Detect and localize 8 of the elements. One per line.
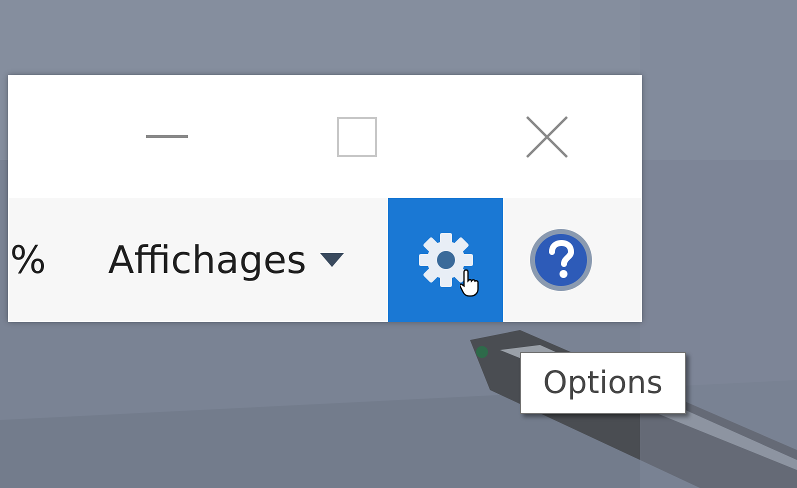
tooltip: Options [520,352,686,414]
help-icon [528,227,594,293]
minimize-icon[interactable] [146,134,188,138]
zoom-percent: % [10,238,46,282]
view-menu[interactable]: Affichages [108,198,358,322]
close-icon[interactable] [525,114,569,158]
settings-button[interactable] [388,198,504,322]
caret-icon [320,253,344,267]
